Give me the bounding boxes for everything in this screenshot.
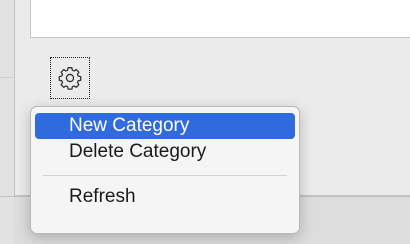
gear-icon xyxy=(58,67,82,90)
menu-item-delete-category[interactable]: Delete Category xyxy=(35,139,295,165)
action-menu-button[interactable] xyxy=(44,54,96,102)
window-edge xyxy=(0,0,14,244)
menu-item-refresh[interactable]: Refresh xyxy=(35,184,295,210)
menu-item-new-category[interactable]: New Category xyxy=(35,113,295,139)
edge-divider xyxy=(0,77,14,78)
menu-separator xyxy=(43,175,287,176)
category-list[interactable] xyxy=(30,0,410,38)
context-menu: New Category Delete Category Refresh xyxy=(30,106,300,234)
